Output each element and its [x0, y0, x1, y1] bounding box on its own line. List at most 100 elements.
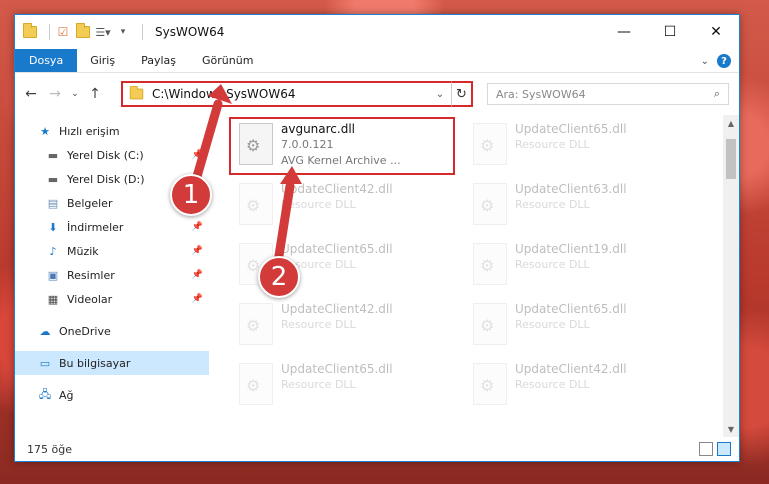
file-tile[interactable]: UpdateClient42.dll Resource DLL — [467, 357, 693, 415]
window-controls: — ☐ ✕ — [601, 15, 739, 49]
folder-icon — [129, 85, 144, 100]
window-title: SysWOW64 — [155, 25, 225, 39]
divider — [142, 24, 143, 40]
file-name: UpdateClient63.dll — [515, 182, 627, 196]
sidebar-item-network[interactable]: 🖧 Ağ — [15, 383, 209, 407]
sidebar-item-downloads[interactable]: ⬇ İndirmeler 📌 — [15, 215, 209, 239]
pin-icon[interactable]: 📌 — [192, 270, 203, 280]
file-tile[interactable]: UpdateClient42.dll Resource DLL — [233, 297, 459, 355]
details-view-icon[interactable] — [699, 442, 713, 456]
status-bar: 175 öğe — [15, 437, 739, 461]
sidebar-item-label: Bu bilgisayar — [59, 356, 131, 370]
chevron-down-icon[interactable]: ⌄ — [431, 89, 449, 100]
sidebar-item-label: Müzik — [67, 244, 99, 258]
properties-icon[interactable]: ☑ — [56, 25, 70, 39]
sidebar-item-music[interactable]: ♪ Müzik 📌 — [15, 239, 209, 263]
sidebar-item-label: Belgeler — [67, 196, 113, 210]
sidebar-item-label: Yerel Disk (C:) — [67, 148, 144, 162]
file-details: UpdateClient65.dll Resource DLL — [515, 297, 627, 333]
tab-view[interactable]: Görünüm — [189, 49, 266, 72]
search-placeholder: Ara: SysWOW64 — [496, 87, 586, 101]
file-tile[interactable]: UpdateClient65.dll Resource DLL — [467, 297, 693, 355]
cloud-icon: ☁ — [39, 324, 51, 338]
new-folder-icon[interactable] — [76, 23, 90, 39]
forward-button[interactable]: → — [45, 84, 65, 104]
sidebar-item-label: Ağ — [59, 388, 74, 402]
tiles-view-icon[interactable] — [717, 442, 731, 456]
folder-icon — [23, 23, 37, 39]
file-tile[interactable]: UpdateClient19.dll Resource DLL — [467, 237, 693, 295]
file-description: Resource DLL — [515, 378, 590, 391]
sidebar-item-this-pc[interactable]: ▭ Bu bilgisayar — [15, 351, 209, 375]
file-description: Resource DLL — [281, 198, 356, 211]
file-details: UpdateClient42.dll Resource DLL — [515, 357, 627, 393]
maximize-button[interactable]: ☐ — [647, 15, 693, 49]
step-marker-2: 2 — [258, 256, 300, 298]
dll-file-icon — [239, 183, 273, 225]
sidebar-item-pictures[interactable]: ▣ Resimler 📌 — [15, 263, 209, 287]
title-bar: ☑ ☰▾ ▾ SysWOW64 — ☐ ✕ — [15, 15, 739, 49]
pin-icon[interactable]: 📌 — [192, 294, 203, 304]
vertical-scrollbar[interactable]: ▲ ▼ — [723, 115, 739, 437]
star-icon: ★ — [40, 124, 50, 138]
file-tile[interactable]: UpdateClient65.dll Resource DLL — [233, 357, 459, 415]
scrollbar-thumb[interactable] — [726, 139, 736, 179]
help-icon[interactable]: ? — [717, 54, 731, 68]
divider — [49, 24, 50, 40]
file-name: UpdateClient19.dll — [515, 242, 627, 256]
sidebar-item-label: İndirmeler — [67, 220, 124, 234]
pin-icon[interactable]: 📌 — [192, 246, 203, 256]
explorer-window: ☑ ☰▾ ▾ SysWOW64 — ☐ ✕ Dosya Giriş Paylaş… — [14, 14, 740, 462]
content-area: ★ Hızlı erişim ▬ Yerel Disk (C:) 📌 ▬ Yer… — [15, 115, 739, 437]
search-icon: ⌕ — [713, 87, 720, 100]
expand-ribbon-icon[interactable]: ⌄ — [701, 56, 709, 67]
file-details: UpdateClient65.dll Resource DLL — [281, 357, 393, 393]
pin-icon[interactable]: 📌 — [192, 150, 203, 160]
file-tile[interactable]: UpdateClient63.dll Resource DLL — [467, 177, 693, 235]
computer-icon: ▭ — [39, 356, 51, 370]
address-bar[interactable]: C:\Windows\SysWOW64 ⌄ — [121, 81, 473, 107]
scroll-up-icon[interactable]: ▲ — [723, 115, 739, 131]
item-count: 175 öğe — [27, 442, 72, 456]
tab-home[interactable]: Giriş — [77, 49, 128, 72]
search-input[interactable]: Ara: SysWOW64 ⌕ — [487, 83, 729, 105]
tab-file[interactable]: Dosya — [15, 49, 78, 72]
sidebar-item-local-disk-c[interactable]: ▬ Yerel Disk (C:) 📌 — [15, 143, 209, 167]
back-button[interactable]: ← — [21, 84, 41, 104]
file-details: UpdateClient42.dll Resource DLL — [281, 177, 393, 213]
pin-icon[interactable]: 📌 — [192, 222, 203, 232]
file-name: UpdateClient42.dll — [515, 362, 627, 376]
file-tile[interactable]: UpdateClient42.dll Resource DLL — [233, 177, 459, 235]
file-name: UpdateClient65.dll — [281, 242, 393, 256]
minimize-button[interactable]: — — [601, 15, 647, 49]
recent-locations-icon[interactable]: ⌄ — [69, 84, 81, 104]
highlight-box — [229, 117, 455, 175]
address-path[interactable]: C:\Windows\SysWOW64 — [152, 87, 431, 101]
tab-share[interactable]: Paylaş — [128, 49, 189, 72]
sidebar-item-videos[interactable]: ▦ Videolar 📌 — [15, 287, 209, 311]
sidebar-item-label: Hızlı erişim — [59, 124, 120, 138]
view-options-icon[interactable]: ☰▾ — [95, 25, 110, 39]
scroll-down-icon[interactable]: ▼ — [723, 421, 739, 437]
file-name: UpdateClient42.dll — [281, 302, 393, 316]
sidebar-item-quick-access[interactable]: ★ Hızlı erişim — [15, 119, 209, 143]
drive-icon: ▬ — [47, 172, 59, 186]
dll-file-icon — [473, 363, 507, 405]
sidebar-item-onedrive[interactable]: ☁ OneDrive — [15, 319, 209, 343]
file-description: Resource DLL — [515, 318, 590, 331]
file-description: Resource DLL — [515, 258, 590, 271]
refresh-button[interactable]: ↻ — [451, 81, 473, 107]
file-name: UpdateClient65.dll — [281, 362, 393, 376]
videos-icon: ▦ — [47, 292, 59, 306]
file-details: UpdateClient63.dll Resource DLL — [515, 177, 627, 213]
close-button[interactable]: ✕ — [693, 15, 739, 49]
up-button[interactable]: ↑ — [85, 84, 105, 104]
file-tile[interactable]: UpdateClient65.dll Resource DLL — [467, 117, 693, 175]
sidebar-item-label: Videolar — [67, 292, 113, 306]
navigation-bar: ← → ⌄ ↑ C:\Windows\SysWOW64 ⌄ ↻ Ara: Sys… — [15, 73, 739, 115]
customize-toolbar-icon[interactable]: ▾ — [116, 25, 130, 39]
sidebar-item-label: Resimler — [67, 268, 115, 282]
file-description: Resource DLL — [515, 198, 590, 211]
downloads-icon: ⬇ — [48, 220, 58, 234]
